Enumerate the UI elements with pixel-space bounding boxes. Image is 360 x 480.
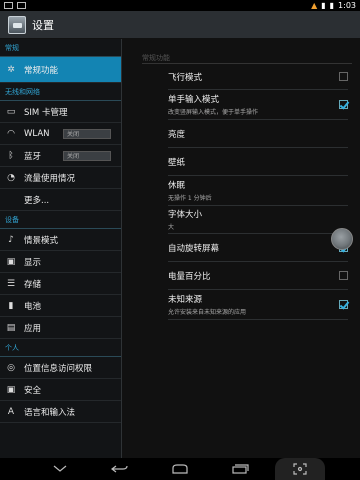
wifi-icon: ◠ xyxy=(7,128,15,139)
sidebar-item-sim[interactable]: ▭ SIM 卡管理 xyxy=(0,101,121,123)
setting-sleep[interactable]: 休眠 无操作 1 分钟后 xyxy=(168,176,348,206)
setting-title: 电量百分比 xyxy=(168,271,211,282)
setting-title: 亮度 xyxy=(168,129,186,140)
wlan-toggle[interactable]: 关闭 xyxy=(63,128,111,139)
section-header-wireless: 无线和网络 xyxy=(0,83,121,101)
sidebar-item-data-usage[interactable]: ◔ 流量使用情况 xyxy=(0,167,121,189)
sidebar-item-label: 常规功能 xyxy=(24,65,59,76)
sidebar-item-label: 位置信息访问权限 xyxy=(24,363,93,374)
sidebar-item-battery[interactable]: ▮ 电池 xyxy=(0,295,121,317)
section-header-device: 设备 xyxy=(0,211,121,229)
setting-one-hand-input[interactable]: 单手输入模式 改变竖屏输入模式，便于单手操作 xyxy=(168,90,348,120)
warning-icon: ▲ xyxy=(311,1,318,10)
setting-title: 单手输入模式 xyxy=(168,95,220,105)
setting-summary: 允许安装来自未知来源的应用 xyxy=(168,309,247,316)
setting-font-size[interactable]: 字体大小 大 xyxy=(168,206,348,234)
setting-summary: 改变竖屏输入模式，便于单手操作 xyxy=(168,109,259,116)
setting-brightness[interactable]: 亮度 xyxy=(168,120,348,148)
recent-apps-button[interactable] xyxy=(228,458,252,480)
sidebar-item-label: 蓝牙 xyxy=(24,151,42,162)
sim-icon: ▭ xyxy=(6,106,16,117)
settings-app-icon[interactable] xyxy=(8,15,26,34)
section-header-general: 常规 xyxy=(0,39,121,57)
page-title: 设置 xyxy=(32,18,54,32)
section-header-personal: 个人 xyxy=(0,339,121,357)
setting-summary: 大 xyxy=(168,224,175,231)
sidebar-item-display[interactable]: ▣ 显示 xyxy=(0,251,121,273)
back-button[interactable] xyxy=(108,458,132,480)
hide-keyboard-button[interactable] xyxy=(50,458,70,480)
home-button[interactable] xyxy=(168,458,192,480)
battery-icon: ▮ xyxy=(8,300,14,311)
setting-title: 休眠 xyxy=(168,181,186,191)
setting-title: 未知来源 xyxy=(168,295,203,305)
profile-icon: ♪ xyxy=(8,234,14,245)
sidebar-item-label: 更多... xyxy=(24,195,50,206)
sidebar-item-language[interactable]: A 语言和输入法 xyxy=(0,401,121,423)
sidebar-item-apps[interactable]: ▤ 应用 xyxy=(0,317,121,339)
setting-auto-rotate[interactable]: 自动旋转屏幕 xyxy=(168,234,348,262)
battery-percentage-checkbox[interactable] xyxy=(339,271,348,280)
setting-title: 自动旋转屏幕 xyxy=(168,243,220,254)
screenshot-icon xyxy=(293,463,307,475)
setting-title: 飞行模式 xyxy=(168,72,203,83)
language-icon: A xyxy=(7,406,15,417)
location-icon: ◎ xyxy=(7,362,15,373)
setting-unknown-sources[interactable]: 未知来源 允许安装来自未知来源的应用 xyxy=(168,290,348,320)
apps-icon: ▤ xyxy=(6,322,16,333)
bluetooth-toggle[interactable]: 关闭 xyxy=(63,150,111,161)
one-hand-input-checkbox[interactable] xyxy=(339,100,348,109)
recent-apps-icon xyxy=(232,464,249,474)
sidebar-item-label: 流量使用情况 xyxy=(24,173,76,184)
airplane-mode-checkbox[interactable] xyxy=(339,72,348,81)
status-time: 1:03 xyxy=(338,1,356,10)
sidebar-item-label: 存储 xyxy=(24,279,42,290)
settings-detail-pane: 常规功能 飞行模式 单手输入模式 改变竖屏输入模式，便于单手操作 亮度 壁纸 休… xyxy=(121,39,360,458)
navigation-bar xyxy=(0,458,360,480)
setting-title: 壁纸 xyxy=(168,157,186,168)
gear-icon: ✲ xyxy=(7,64,15,75)
screenshot-notification-icon xyxy=(4,2,13,9)
sidebar-item-label: 情景模式 xyxy=(24,235,59,246)
settings-category-list: 常规 ✲ 常规功能 无线和网络 ▭ SIM 卡管理 ◠ WLAN 关闭 ᛒ 蓝牙… xyxy=(0,39,121,458)
lock-icon: ▣ xyxy=(6,384,16,395)
sidebar-item-security[interactable]: ▣ 安全 xyxy=(0,379,121,401)
setting-battery-percentage[interactable]: 电量百分比 xyxy=(168,262,348,290)
signal-icon: ▮ xyxy=(321,1,326,10)
unknown-sources-checkbox[interactable] xyxy=(339,300,348,309)
setting-wallpaper[interactable]: 壁纸 xyxy=(168,148,348,176)
storage-icon: ☰ xyxy=(6,278,16,289)
sidebar-item-storage[interactable]: ☰ 存储 xyxy=(0,273,121,295)
setting-airplane-mode[interactable]: 飞行模式 xyxy=(168,64,348,90)
sidebar-item-label: 语言和输入法 xyxy=(24,407,76,418)
display-icon: ▣ xyxy=(6,256,16,267)
sidebar-item-label: 应用 xyxy=(24,323,42,334)
status-bar: ▲ ▮ ▮ 1:03 xyxy=(0,0,360,11)
setting-summary: 无操作 1 分钟后 xyxy=(168,195,212,202)
sidebar-item-label: 显示 xyxy=(24,257,42,268)
sidebar-item-more[interactable]: 更多... xyxy=(0,189,121,211)
sidebar-item-wlan[interactable]: ◠ WLAN 关闭 xyxy=(0,123,121,145)
sidebar-item-location[interactable]: ◎ 位置信息访问权限 xyxy=(0,357,121,379)
action-bar: 设置 xyxy=(0,11,360,39)
bluetooth-icon: ᛒ xyxy=(8,150,14,161)
battery-status-icon: ▮ xyxy=(329,1,335,10)
sidebar-item-label: 电池 xyxy=(24,301,42,312)
image-notification-icon xyxy=(17,2,26,9)
sidebar-item-label: SIM 卡管理 xyxy=(24,107,68,118)
sidebar-item-label: WLAN xyxy=(24,128,50,139)
sidebar-item-profiles[interactable]: ♪ 情景模式 xyxy=(0,229,121,251)
back-icon xyxy=(111,465,128,473)
floating-assist-button[interactable] xyxy=(331,228,353,250)
chevron-down-icon xyxy=(53,465,67,472)
sidebar-item-bluetooth[interactable]: ᛒ 蓝牙 关闭 xyxy=(0,145,121,167)
sidebar-item-label: 安全 xyxy=(24,385,42,396)
setting-title: 字体大小 xyxy=(168,210,203,220)
detail-section-header: 常规功能 xyxy=(142,39,352,64)
home-icon xyxy=(172,464,188,474)
screenshot-button[interactable] xyxy=(275,458,325,480)
sidebar-item-general[interactable]: ✲ 常规功能 xyxy=(0,57,121,83)
data-usage-icon: ◔ xyxy=(7,172,15,183)
